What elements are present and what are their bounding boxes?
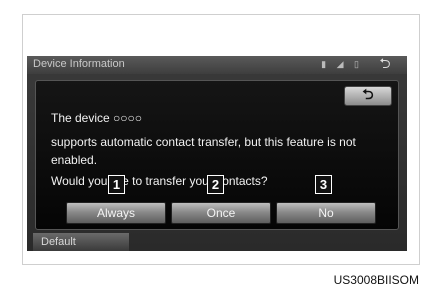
default-button[interactable]: Default [33, 233, 129, 251]
callout-1: 1 [108, 175, 125, 194]
always-button[interactable]: Always [66, 202, 166, 224]
callout-2: 2 [207, 175, 224, 194]
callout-3: 3 [315, 175, 332, 194]
screen-title: Device Information [33, 58, 125, 70]
back-icon[interactable]: ⮌ [371, 56, 399, 72]
device-screen: Device Information ▮ ◢ ▯ ⮌ ⮌ The device … [27, 56, 407, 251]
dialog-message-line-1: The device ○○○○ [51, 111, 143, 125]
figure-caption: US3008BIISOM [333, 273, 419, 287]
title-bar: Device Information ▮ ◢ ▯ ⮌ [27, 56, 407, 74]
dialog-message-line-4: Would you like to transfer your contacts… [51, 174, 268, 188]
status-icons: ▮ ◢ ▯ [321, 59, 363, 69]
dialog-message-line-3: enabled. [51, 153, 98, 167]
contact-transfer-dialog: ⮌ The device ○○○○ supports automatic con… [35, 80, 399, 230]
dialog-message-line-2: supports automatic contact transfer, but… [51, 135, 356, 149]
once-button[interactable]: Once [171, 202, 271, 224]
dialog-back-button[interactable]: ⮌ [344, 86, 392, 106]
no-button[interactable]: No [276, 202, 376, 224]
